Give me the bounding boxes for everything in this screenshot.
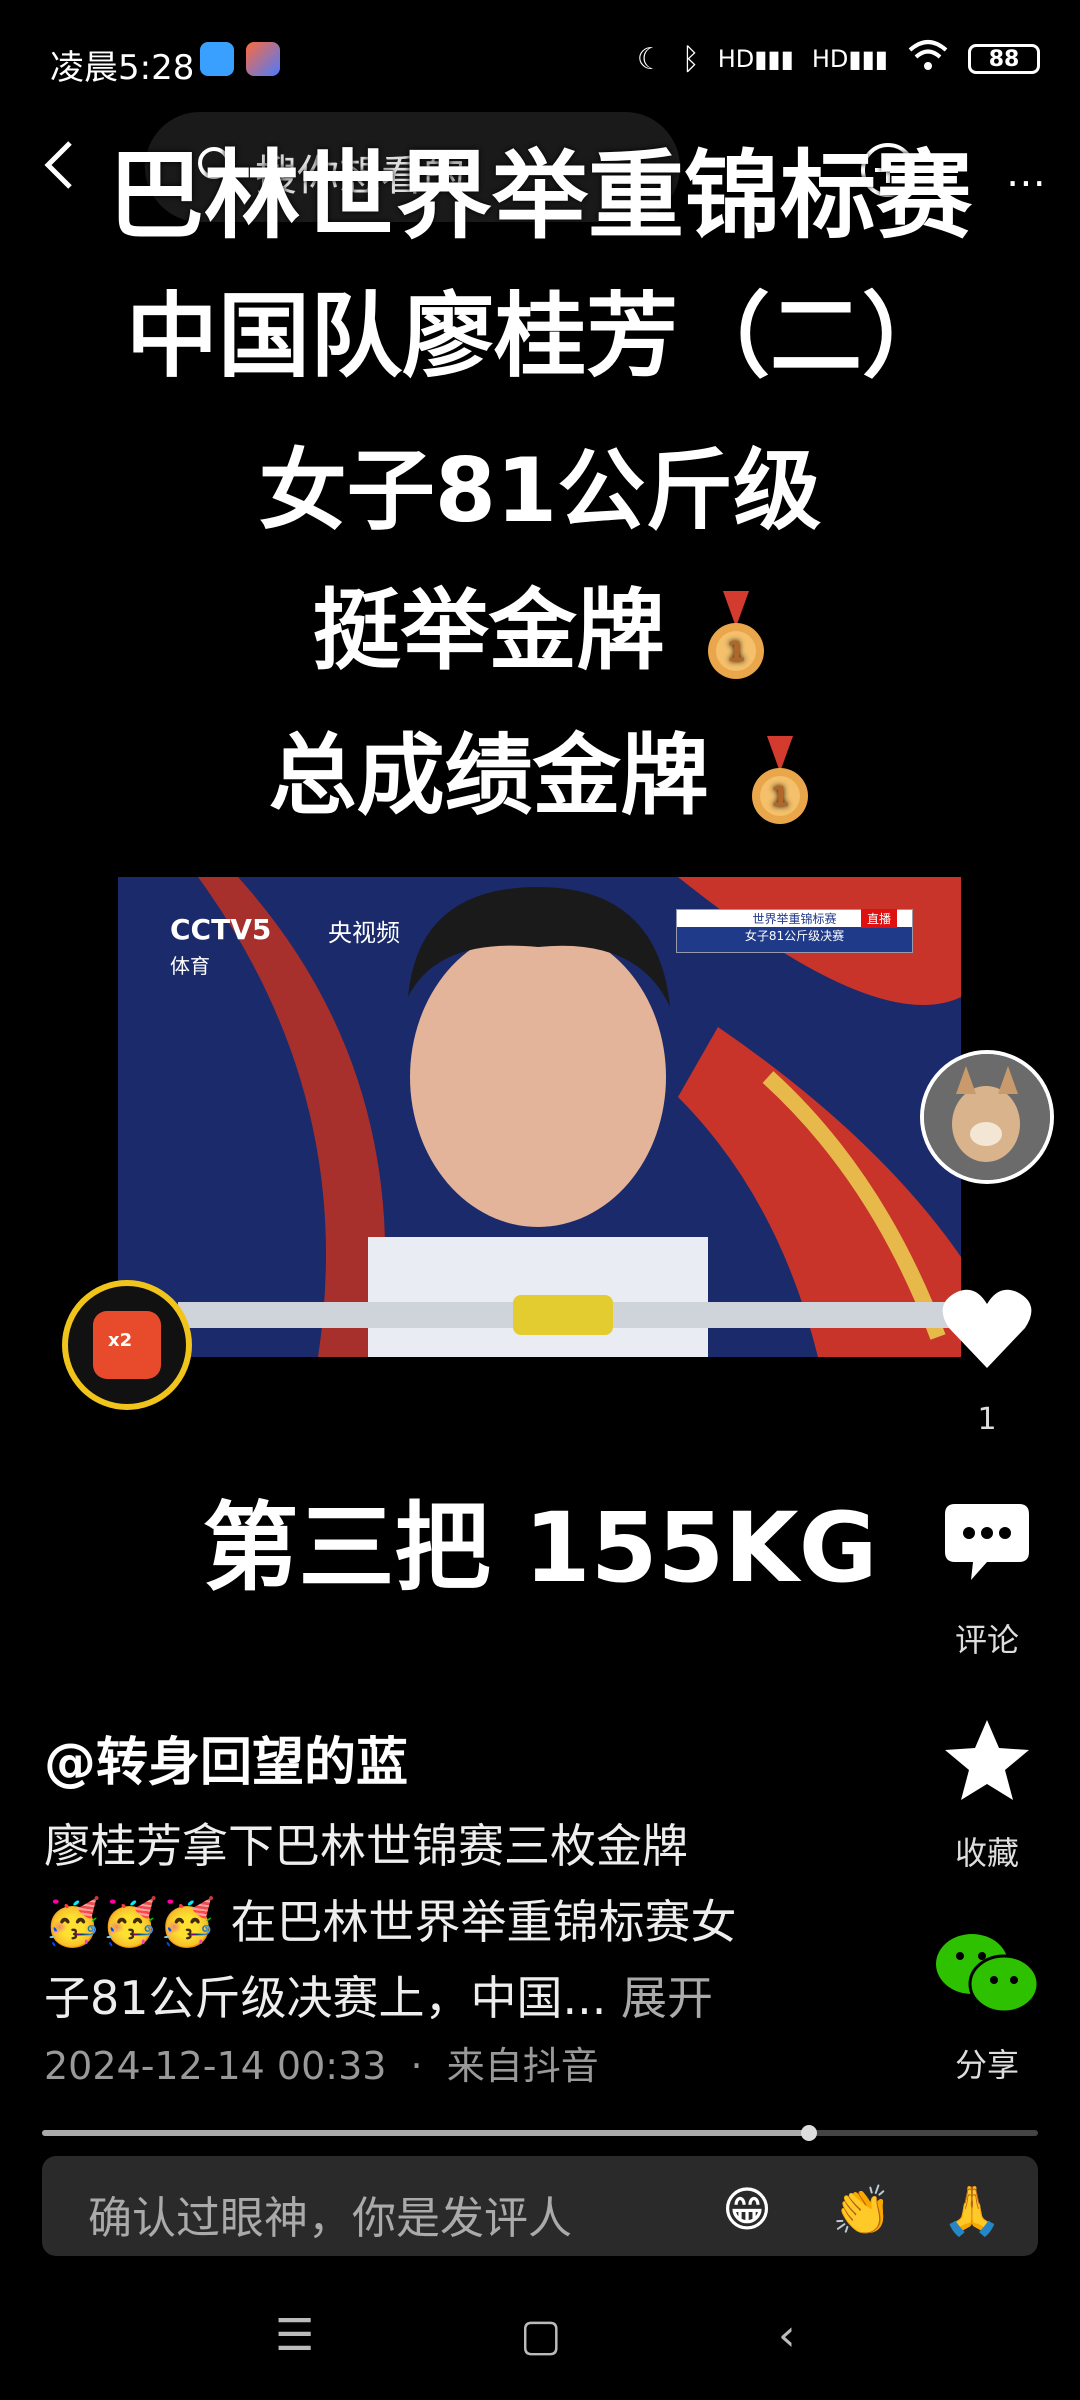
svg-text:1: 1 <box>727 635 746 668</box>
comment-input[interactable]: 确认过眼神，你是发评人 😁 👏 🙏 <box>42 2156 1038 2256</box>
status-icons: ☾ ᛒ HD▮▮▮ HD▮▮▮ 88 <box>637 38 1040 80</box>
post-meta: 2024-12-14 00:33 · 来自抖音 <box>44 2035 599 2090</box>
favorite-button[interactable] <box>920 1716 1054 1808</box>
wifi-icon <box>906 38 950 80</box>
red-packet-button[interactable]: x2 <box>62 1280 192 1410</box>
moon-icon: ☾ <box>636 41 664 77</box>
platform-logo: 央视频 <box>328 919 400 947</box>
progress-knob[interactable] <box>800 2125 817 2141</box>
cctv-logo: CCTV5 体育 <box>170 913 272 978</box>
app-notification-icon <box>200 42 234 76</box>
clap-emoji-button[interactable]: 👏 <box>832 2182 892 2239</box>
nav-home-icon[interactable]: ▢ <box>520 2310 562 2361</box>
post-source: 来自抖音 <box>446 2044 599 2088</box>
video-description[interactable]: 廖桂芳拿下巴林世锦赛三枚金牌 🥳🥳🥳 在巴林世界举重锦标赛女 子81公斤级决赛上… <box>44 1808 894 2036</box>
status-time: 凌晨5:28 <box>50 48 195 88</box>
signal-icon-2: HD▮▮▮ <box>811 45 888 73</box>
overlay-weight-text: 第三把 155KG <box>202 1492 878 1604</box>
heart-icon <box>942 1289 1032 1368</box>
battery-icon: 88 <box>968 44 1040 74</box>
like-button[interactable] <box>920 1284 1054 1378</box>
comment-placeholder: 确认过眼神，你是发评人 <box>88 2193 572 2244</box>
video-progress-bar[interactable] <box>42 2125 1038 2141</box>
star-icon <box>945 1720 1029 1800</box>
video-frame[interactable]: CCTV5 体育 央视频 世界举重锦标赛 女子81公斤级决赛 直播 <box>118 877 961 1357</box>
headline-line-2: 中国队廖桂芳（二） <box>125 283 954 390</box>
nav-back-icon[interactable]: ‹ <box>778 2310 796 2361</box>
headline-line-1: 巴林世界举重锦标赛 <box>108 140 972 252</box>
video-app-notification-icon <box>246 42 280 76</box>
status-bar: 凌晨5:28 ☾ ᛒ HD▮▮▮ HD▮▮▮ 88 <box>0 0 1080 130</box>
share-label: 分享 <box>954 2046 1019 2084</box>
post-date: 2024-12-14 00:33 <box>44 2044 387 2088</box>
like-count: 1 <box>977 1402 997 1437</box>
gold-medal-icon: 1 <box>705 591 767 683</box>
comment-label: 评论 <box>954 1621 1019 1659</box>
favorite-label: 收藏 <box>954 1834 1019 1872</box>
headline-line-3: 女子81公斤级 <box>258 439 822 542</box>
bluetooth-icon: ᛒ <box>681 41 700 77</box>
share-button[interactable] <box>920 1928 1054 2024</box>
gold-medal-icon: 1 <box>749 736 811 828</box>
description-line-1: 廖桂芳拿下巴林世锦赛三枚金牌 <box>44 1819 688 1873</box>
red-packet-multiplier: x2 <box>108 1330 133 1351</box>
expand-link[interactable]: 展开 <box>621 1971 713 2025</box>
author-avatar[interactable] <box>920 1050 1054 1184</box>
live-badge: 直播 <box>861 909 898 928</box>
svg-text:1: 1 <box>771 780 790 813</box>
headline-line-4: 挺举金牌 1 <box>0 560 1080 687</box>
meta-separator: · <box>410 2044 423 2088</box>
description-line-2: 🥳🥳🥳 在巴林世界举重锦标赛女 <box>44 1895 737 1949</box>
signal-icon: HD▮▮▮ <box>717 45 794 73</box>
headline-line-5: 总成绩金牌 1 <box>0 705 1080 832</box>
description-line-3: 子81公斤级决赛上，中国... 展开 <box>44 1971 714 2025</box>
wechat-icon <box>936 1934 1040 2014</box>
grin-emoji-button[interactable]: 😁 <box>722 2182 772 2238</box>
nav-menu-icon[interactable]: ☰ <box>275 2310 314 2361</box>
author-name[interactable]: @转身回望的蓝 <box>44 1720 408 1795</box>
party-emoji: 🥳🥳🥳 <box>44 1895 216 1949</box>
pray-emoji-button[interactable]: 🙏 <box>942 2182 1002 2239</box>
progress-fill <box>42 2130 809 2136</box>
